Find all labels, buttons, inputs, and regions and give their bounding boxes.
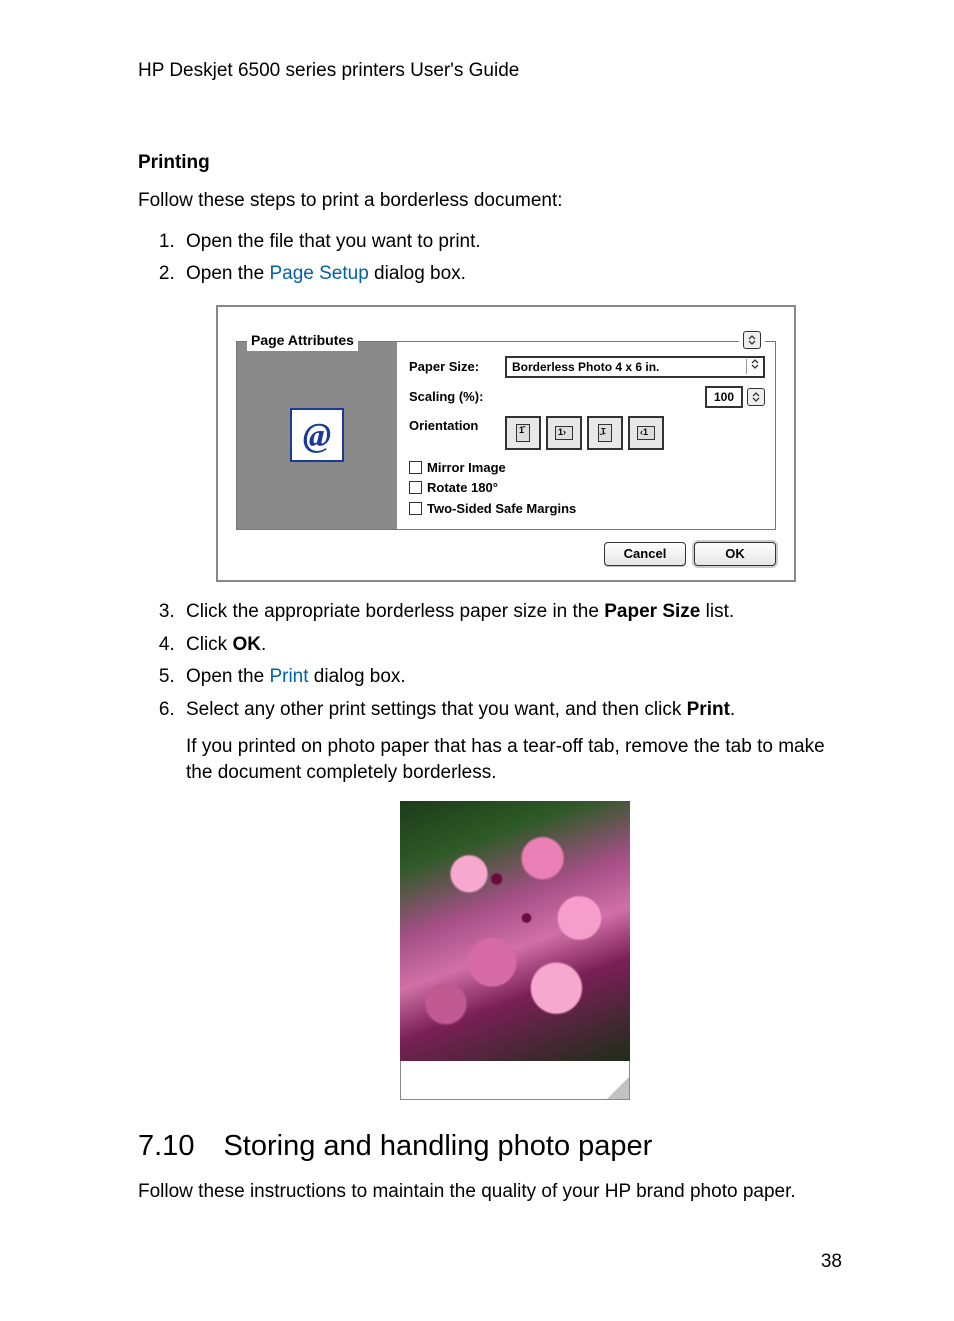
page-preview-icon: @ [290,408,344,462]
step-5: Open the Print dialog box. [180,663,844,692]
ok-button[interactable]: OK [694,542,776,566]
step-5-pre: Open the [186,666,269,687]
step-4: Click OK. [180,631,844,660]
paper-size-label: Paper Size: [409,357,505,377]
flowers-photo-icon [400,801,630,1061]
orientation-portrait-button[interactable]: 1̂ [505,416,541,450]
at-sign-icon: @ [303,410,331,461]
portrait-up-icon: 1̂ [519,426,524,435]
step-3-post: list. [700,601,734,622]
landscape-left-icon: ‹1 [640,428,648,437]
step-2-post: dialog box. [369,263,466,284]
step-2-pre: Open the [186,263,269,284]
step-6-pre: Select any other print settings that you… [186,699,687,720]
orientation-label: Orientation [409,416,505,436]
steps-list-bottom: Click the appropriate borderless paper s… [138,598,844,1100]
orientation-portrait-flip-button[interactable]: 1̂ [587,416,623,450]
paper-size-dropdown[interactable]: Borderless Photo 4 x 6 in. [505,356,765,378]
section-heading-printing: Printing [138,152,844,174]
step-5-post: dialog box. [309,666,406,687]
orientation-landscape-button[interactable]: 1› [546,416,582,450]
tear-off-tab-icon [400,1061,630,1100]
chapter-heading: 7.10 Storing and handling photo paper [138,1130,844,1163]
step-4-pre: Click [186,634,232,655]
portrait-down-icon: 1̂ [601,426,606,435]
step-6: Select any other print settings that you… [180,696,844,1101]
print-link[interactable]: Print [269,666,308,687]
step-6-post: . [730,699,735,720]
step-3-pre: Click the appropriate borderless paper s… [186,601,604,622]
step-6-extra: If you printed on photo paper that has a… [186,734,844,785]
chapter-intro: Follow these instructions to maintain th… [138,1179,844,1205]
scaling-stepper[interactable] [747,388,765,406]
two-sided-margins-checkbox[interactable] [409,502,422,515]
rotate-180-label: Rotate 180° [427,478,498,498]
cancel-button[interactable]: Cancel [604,542,686,566]
step-1-text: Open the file that you want to print. [186,231,481,252]
page-setup-dialog: Page Attributes @ [216,305,796,583]
scaling-label: Scaling (%): [409,387,505,407]
step-4-bold: OK [232,634,261,655]
mirror-image-checkbox[interactable] [409,461,422,474]
intro-paragraph: Follow these steps to print a borderless… [138,188,844,214]
dialog-tab-label: Page Attributes [247,330,358,351]
page-number: 38 [138,1251,844,1273]
step-6-bold: Print [687,699,730,720]
two-sided-margins-label: Two-Sided Safe Margins [427,499,576,519]
page-preview-pane: @ [237,342,397,530]
steps-list-top: Open the file that you want to print. Op… [138,228,844,583]
step-4-post: . [261,634,266,655]
document-title: HP Deskjet 6500 series printers User's G… [138,60,844,82]
scaling-input[interactable]: 100 [705,386,743,408]
dropdown-arrow-icon [746,359,763,374]
step-3: Click the appropriate borderless paper s… [180,598,844,627]
paper-size-value: Borderless Photo 4 x 6 in. [507,358,746,376]
mirror-image-label: Mirror Image [427,458,506,478]
orientation-landscape-flip-button[interactable]: ‹1 [628,416,664,450]
tab-selector-stepper[interactable] [743,331,761,349]
step-3-bold: Paper Size [604,601,700,622]
step-2: Open the Page Setup dialog box. Page Att… [180,260,844,582]
rotate-180-checkbox[interactable] [409,481,422,494]
step-1: Open the file that you want to print. [180,228,844,257]
landscape-right-icon: 1› [558,428,566,437]
page-setup-link[interactable]: Page Setup [269,263,368,284]
borderless-photo-example [400,801,630,1100]
